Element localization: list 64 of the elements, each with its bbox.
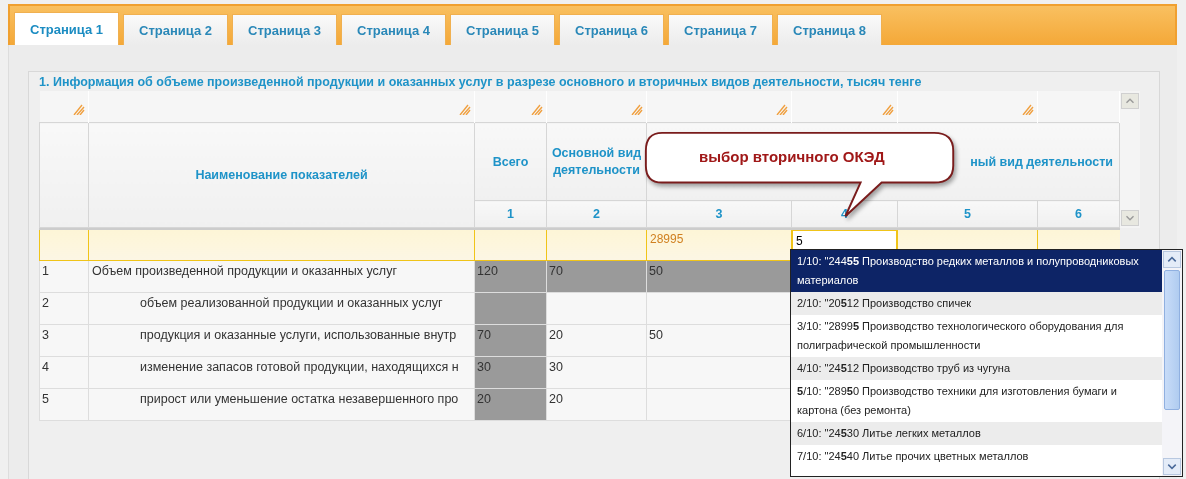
column-number: 5 bbox=[964, 207, 971, 221]
scroll-down-icon[interactable] bbox=[1121, 210, 1139, 226]
resize-grip-icon[interactable] bbox=[531, 104, 543, 115]
resize-grip-icon[interactable] bbox=[882, 104, 894, 115]
table-cell[interactable]: 20 bbox=[546, 388, 647, 421]
column-header: Наименование показателей bbox=[195, 168, 368, 182]
page-tab[interactable]: Страница 6 bbox=[559, 14, 664, 45]
column-header: Всего bbox=[492, 154, 529, 169]
page-tab[interactable]: Страница 8 bbox=[777, 14, 882, 45]
table-cell-text: 28995 bbox=[649, 231, 685, 248]
table-cell[interactable]: 50 bbox=[646, 324, 792, 357]
table-cell[interactable] bbox=[646, 292, 792, 325]
scrollbar[interactable] bbox=[1120, 91, 1140, 228]
table-cell[interactable]: 70 bbox=[474, 324, 547, 357]
suggestion-item[interactable]: 6/10: "24530 Литье легких металлов bbox=[791, 422, 1162, 445]
page-tab[interactable]: Страница 4 bbox=[341, 14, 446, 45]
table-cell[interactable]: 70 bbox=[546, 260, 647, 293]
column-number: 2 bbox=[593, 207, 600, 221]
callout-text: выбор вторичного ОКЭД bbox=[699, 148, 885, 165]
scroll-thumb[interactable] bbox=[1164, 270, 1180, 410]
row-number: 3 bbox=[42, 328, 49, 342]
input-field[interactable]: 5 bbox=[792, 230, 897, 252]
row-label: продукция и оказанные услуги, использованные внутр bbox=[139, 328, 457, 342]
row-number: 4 bbox=[42, 360, 49, 374]
table-cell[interactable]: 20 bbox=[546, 324, 647, 357]
table-cell[interactable]: 120 bbox=[474, 260, 547, 293]
scrollbar[interactable] bbox=[1162, 250, 1182, 476]
table-cell[interactable] bbox=[474, 292, 547, 325]
section-title: 1. Информация об объеме произведенной продукции и оказанных услуг в разрезе основного и вторичных видов деятельности, тысяч тенге bbox=[39, 75, 923, 91]
table-cell[interactable]: 30 bbox=[546, 356, 647, 389]
row-number: 2 bbox=[42, 296, 49, 310]
row-number: 1 bbox=[42, 264, 49, 278]
row-label: Объем произведенной продукции и оказанных услуг bbox=[92, 264, 397, 278]
table-cell[interactable]: 20 bbox=[474, 388, 547, 421]
suggestion-item[interactable]: 4/10: "24512 Производство труб из чугуна bbox=[791, 357, 1162, 380]
resize-grip-icon[interactable] bbox=[73, 104, 85, 115]
row-label: объем реализованной продукции и оказанных услуг bbox=[139, 296, 443, 310]
resize-grip-icon[interactable] bbox=[459, 104, 471, 115]
resize-grip-icon[interactable] bbox=[1022, 104, 1034, 115]
resize-grip-icon[interactable] bbox=[776, 104, 788, 115]
page-tab[interactable]: Страница 3 bbox=[232, 14, 337, 45]
table-cell[interactable] bbox=[646, 356, 792, 389]
column-number: 1 bbox=[507, 207, 514, 221]
page-tab[interactable]: Страница 7 bbox=[668, 14, 773, 45]
scroll-up-icon[interactable] bbox=[1163, 251, 1181, 268]
page-tab[interactable]: Страница 5 bbox=[450, 14, 555, 45]
suggestion-item[interactable]: 2/10: "20512 Производство спичек bbox=[791, 292, 1162, 315]
table-cell[interactable] bbox=[646, 388, 792, 421]
table-cell[interactable]: 50 bbox=[646, 260, 792, 293]
page-tab[interactable]: Страница 2 bbox=[123, 14, 228, 45]
table-cell[interactable] bbox=[546, 292, 647, 325]
row-label: изменение запасов готовой продукции, находящихся н bbox=[139, 360, 459, 374]
resize-grip-icon[interactable] bbox=[631, 104, 643, 115]
column-number: 6 bbox=[1075, 207, 1082, 221]
column-header: Основной вид деятельности bbox=[551, 145, 642, 177]
column-number: 3 bbox=[715, 207, 723, 221]
column-header: ный вид деятельности bbox=[970, 154, 1113, 169]
row-label: прирост или уменьшение остатка незавершенного про bbox=[139, 392, 459, 406]
page-tab[interactable]: Страница 1 bbox=[14, 12, 119, 45]
scroll-up-icon[interactable] bbox=[1121, 93, 1139, 109]
scroll-down-icon[interactable] bbox=[1163, 458, 1181, 475]
row-number: 5 bbox=[42, 392, 49, 406]
suggestion-item[interactable]: 1/10: "24455 Производство редких металлов и полупроводниковых материалов bbox=[791, 250, 1162, 292]
table-cell[interactable]: 30 bbox=[474, 356, 547, 389]
